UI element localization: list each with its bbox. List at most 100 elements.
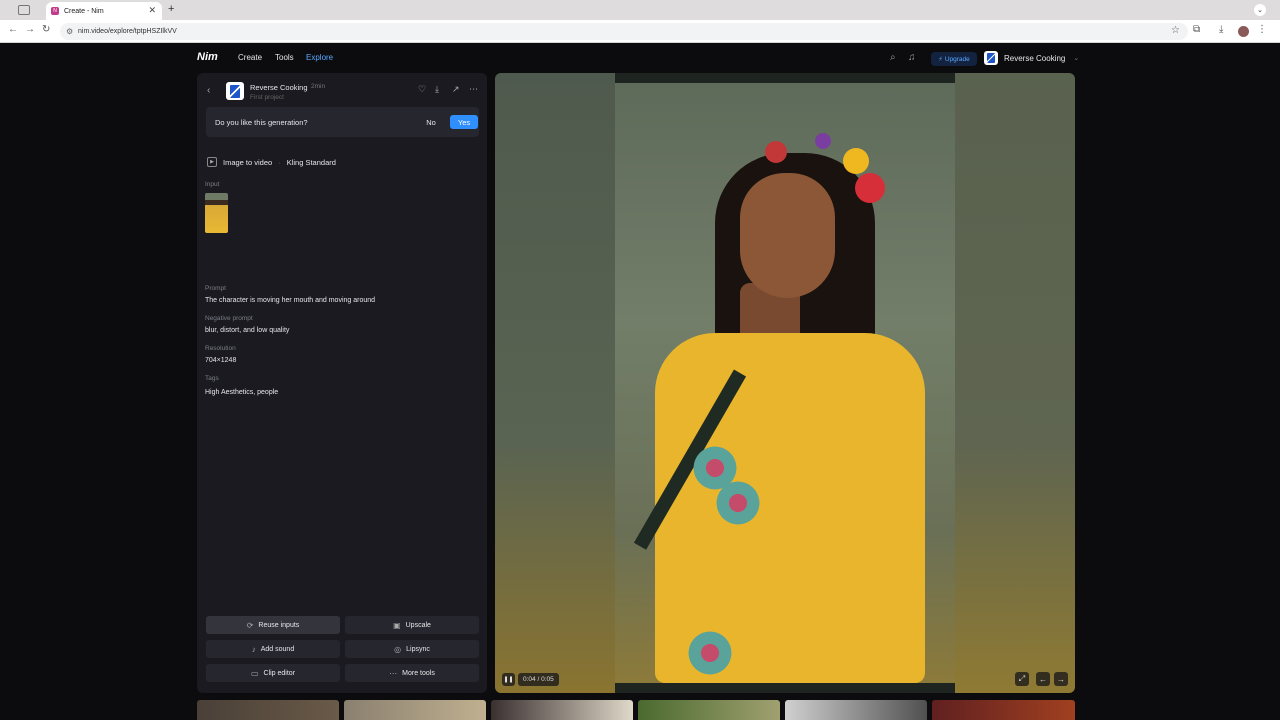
browser-profile-avatar[interactable] [1238, 26, 1249, 37]
lips-icon: ◎ [394, 644, 402, 654]
blurred-background-right [955, 73, 1075, 693]
hair-flower [855, 173, 885, 203]
bell-icon[interactable]: ♫ [908, 52, 916, 63]
share-icon[interactable]: ↗ [452, 84, 460, 95]
url-field[interactable]: ⚙ nim.video/explore/tptpHSZIlkVV ☆ [60, 23, 1188, 40]
gallery-thumbnail[interactable] [932, 700, 1075, 720]
nim-logo[interactable]: Nim [197, 51, 218, 63]
hair-flower [843, 148, 869, 174]
nav-create[interactable]: Create [238, 53, 262, 62]
upscale-button[interactable]: ▣ Upscale [345, 616, 479, 634]
project-logo-icon [226, 82, 244, 100]
chevron-down-icon: ⌄ [1073, 55, 1080, 62]
back-arrow-icon[interactable]: ‹ [207, 85, 210, 96]
previous-arrow-icon[interactable]: ← [1036, 672, 1050, 686]
tab-search-icon[interactable] [18, 5, 30, 15]
new-tab-icon[interactable]: + [168, 3, 174, 15]
extensions-icon[interactable]: ⧉ [1193, 24, 1200, 35]
gallery-thumbnail[interactable] [638, 700, 780, 720]
speaker-icon: ♪ [251, 644, 256, 654]
refresh-icon: ⟳ [246, 620, 254, 630]
project-subtitle: First project [250, 94, 284, 101]
resolution-value: 704×1248 [205, 357, 237, 364]
account-logo-icon [984, 51, 998, 65]
input-image-thumbnail[interactable] [205, 193, 228, 233]
upscale-icon: ▣ [393, 620, 401, 630]
shirt-flower-print [713, 478, 763, 528]
tags-label: Tags [205, 375, 219, 382]
shirt-butterfly-print [685, 628, 735, 678]
clip-editor-icon: ▭ [250, 668, 259, 678]
heart-icon[interactable]: ♡ [418, 84, 426, 95]
model-label: Kling Standard [286, 157, 336, 167]
negative-prompt-label: Negative prompt [205, 315, 253, 322]
close-tab-icon[interactable]: ✕ [148, 5, 156, 16]
feedback-yes-button[interactable]: Yes [450, 115, 478, 129]
prompt-label: Prompt [205, 285, 226, 292]
clip-editor-button[interactable]: ▭ Clip editor [206, 664, 340, 682]
lipsync-label: Lipsync [406, 645, 430, 653]
playback-time: 0:04 / 0:05 [518, 673, 559, 686]
reload-icon[interactable]: ↻ [42, 24, 50, 35]
bolt-icon: ⚡ [938, 56, 943, 63]
add-sound-button[interactable]: ♪ Add sound [206, 640, 340, 658]
bookmark-star-icon[interactable]: ☆ [1171, 25, 1180, 36]
project-title[interactable]: Reverse Cooking [250, 83, 308, 92]
add-sound-label: Add sound [260, 645, 295, 653]
gallery-thumbnail[interactable] [344, 700, 486, 720]
nav-explore[interactable]: Explore [306, 53, 333, 62]
gallery-thumbnail[interactable] [197, 700, 339, 720]
nav-tools[interactable]: Tools [275, 53, 294, 62]
more-options-icon[interactable]: ⋯ [469, 84, 478, 95]
lipsync-button[interactable]: ◎ Lipsync [345, 640, 479, 658]
account-switcher[interactable]: Reverse Cooking ⌄ [984, 51, 1079, 65]
subject-shirt [655, 333, 925, 683]
pause-button[interactable]: ❚❚ [502, 673, 515, 686]
more-tools-label: More tools [402, 669, 435, 677]
more-tools-button[interactable]: ⋯ More tools [345, 664, 479, 682]
address-bar: ← → ↻ ⚙ nim.video/explore/tptpHSZIlkVV ☆… [0, 20, 1280, 43]
chevron-down-icon[interactable]: ⌄ [1254, 4, 1266, 16]
forward-icon[interactable]: → [25, 24, 35, 35]
search-icon[interactable]: ⌕ [890, 52, 896, 63]
prompt-text: The character is moving her mouth and mo… [205, 297, 376, 304]
hair-flower [765, 141, 787, 163]
clip-editor-label: Clip editor [263, 669, 296, 677]
next-arrow-icon[interactable]: → [1054, 672, 1068, 686]
feedback-question: Do you like this generation? [215, 118, 308, 127]
mode-label: Image to video [223, 157, 273, 167]
tab-title: Create - Nim [64, 7, 104, 15]
generation-details-panel: ‹ Reverse Cooking 2min First project ♡ ⤓… [197, 73, 487, 693]
gallery-thumbnail[interactable] [785, 700, 927, 720]
mode-separator: · [278, 157, 281, 167]
gallery-thumbnail[interactable] [491, 700, 633, 720]
generation-mode: ▶ Image to video · Kling Standard [207, 157, 336, 167]
download-icon[interactable]: ⤓ [1219, 24, 1223, 35]
resolution-label: Resolution [205, 345, 236, 352]
image-to-video-icon: ▶ [207, 157, 217, 167]
hair-flower [815, 133, 831, 149]
blurred-background-left [495, 73, 615, 693]
subject-face [740, 173, 835, 298]
video-player[interactable]: ❚❚ 0:04 / 0:05 ⤢ ← → [495, 73, 1075, 693]
fullscreen-icon[interactable]: ⤢ [1015, 672, 1029, 686]
feedback-prompt: Do you like this generation? No Yes [206, 107, 479, 137]
feedback-no-button[interactable]: No [419, 115, 443, 129]
negative-prompt-text: blur, distort, and low quality [205, 327, 290, 334]
url-text: nim.video/explore/tptpHSZIlkVV [78, 28, 177, 35]
browser-menu-icon[interactable]: ⋮ [1257, 24, 1267, 35]
reuse-inputs-button[interactable]: ⟳ Reuse inputs [206, 616, 340, 634]
nim-favicon-icon: N [51, 7, 59, 15]
upgrade-button[interactable]: ⚡ Upgrade [931, 52, 977, 66]
browser-tab[interactable]: N Create - Nim ✕ [46, 2, 162, 20]
video-frame [615, 83, 955, 683]
back-icon[interactable]: ← [8, 24, 18, 35]
account-name: Reverse Cooking [1004, 53, 1066, 63]
reuse-inputs-label: Reuse inputs [258, 621, 300, 629]
upgrade-label: Upgrade [944, 55, 970, 63]
site-info-icon[interactable]: ⚙ [66, 27, 73, 36]
top-nav: Nim Create Tools Explore ⌕ ♫ ⚡ Upgrade R… [0, 43, 1280, 73]
download-icon[interactable]: ⤓ [435, 84, 439, 95]
upscale-label: Upscale [405, 621, 431, 629]
generation-time: 2min [311, 83, 326, 90]
